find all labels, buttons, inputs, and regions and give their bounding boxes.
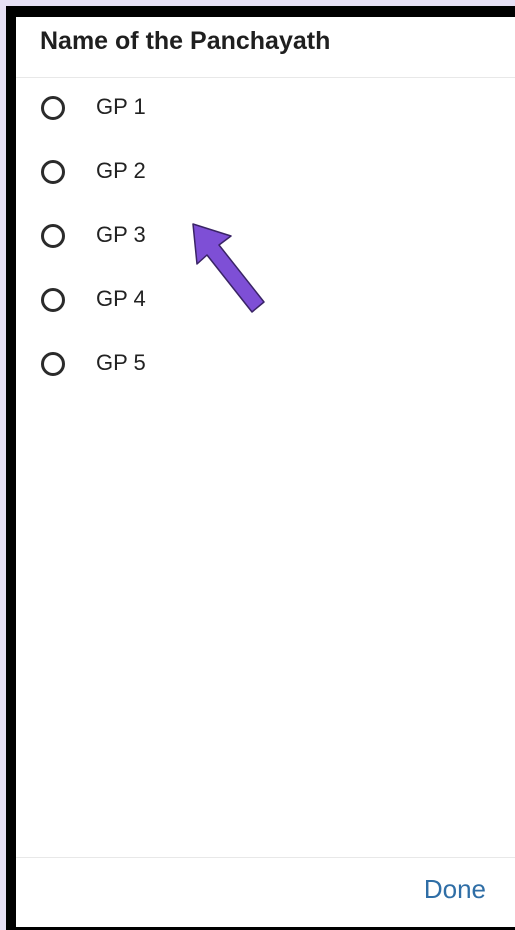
dialog-title: Name of the Panchayath	[40, 27, 331, 55]
done-button[interactable]: Done	[424, 874, 486, 905]
option-label: GP 5	[96, 350, 146, 375]
arrow-up-left-icon	[192, 223, 265, 313]
radio-button-icon[interactable]	[41, 96, 65, 120]
dialog-footer: Done	[16, 857, 515, 928]
option-gp-1[interactable]: GP 1	[16, 78, 515, 134]
radio-button-icon[interactable]	[41, 352, 65, 376]
option-label: GP 1	[96, 94, 146, 119]
radio-button-icon[interactable]	[41, 160, 65, 184]
option-gp-2[interactable]: GP 2	[16, 142, 515, 198]
dialog-header: Name of the Panchayath	[16, 17, 515, 78]
option-label: GP 2	[96, 158, 146, 183]
option-label: GP 4	[96, 286, 146, 311]
panchayath-dialog: Name of the Panchayath GP 1 GP 2 GP 3 GP…	[16, 17, 515, 927]
option-gp-5[interactable]: GP 5	[16, 334, 515, 390]
option-label: GP 3	[96, 222, 146, 247]
radio-button-icon[interactable]	[41, 224, 65, 248]
radio-button-icon[interactable]	[41, 288, 65, 312]
